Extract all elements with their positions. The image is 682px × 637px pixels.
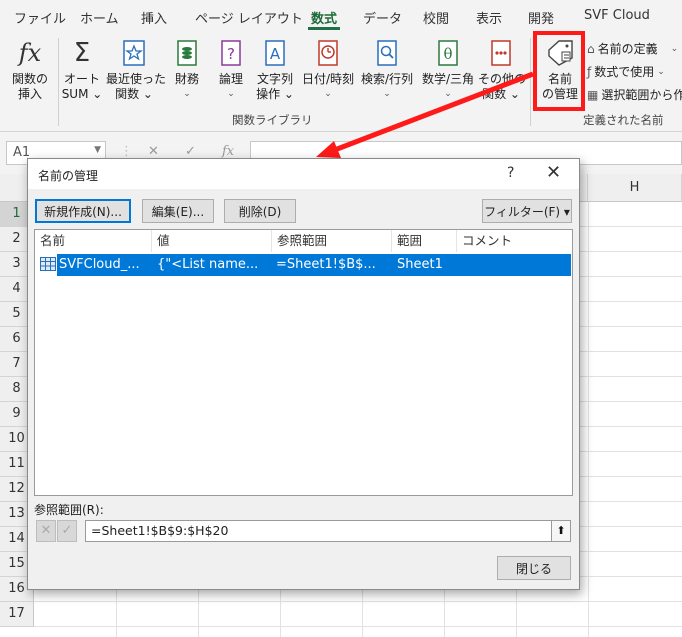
dialog-title-bar: 名前の管理 ? ✕ xyxy=(28,159,579,189)
close-icon[interactable]: ✕ xyxy=(546,162,561,183)
separator xyxy=(58,38,59,126)
edit-name-button[interactable]: 編集(E)... xyxy=(142,199,214,223)
recent-functions-button[interactable]: 最近使った 関数 ⌄ xyxy=(106,38,166,102)
more-functions-button[interactable]: その他の 関数 ⌄ xyxy=(478,38,526,102)
tab-developer[interactable]: 開発 xyxy=(528,8,554,27)
tab-page-layout[interactable]: ページ レイアウト xyxy=(195,8,303,27)
fx-icon: fx xyxy=(18,38,42,67)
active-tab-underline xyxy=(308,27,340,30)
dots-book-icon xyxy=(478,38,524,68)
group-label-defined-names: 定義された名前 xyxy=(583,113,664,127)
tab-data[interactable]: データ xyxy=(363,8,402,27)
list-header-scope[interactable]: 範囲 xyxy=(392,230,457,252)
refers-to-input[interactable]: =Sheet1!$B$9:$H$20 xyxy=(85,520,571,542)
tab-insert[interactable]: 挿入 xyxy=(141,8,167,27)
theta-book-icon: θ xyxy=(419,38,477,68)
text-functions-button[interactable]: A 文字列 操作 ⌄ xyxy=(253,38,297,102)
enter-entry-button[interactable]: ✓ xyxy=(185,144,196,159)
star-book-icon xyxy=(106,38,162,68)
svg-text:?: ? xyxy=(227,45,235,63)
tab-view[interactable]: 表示 xyxy=(476,8,502,27)
tab-svf-cloud[interactable]: SVF Cloud xyxy=(584,8,650,23)
insert-function-fx-button[interactable]: fx xyxy=(222,144,234,159)
list-item-value: {"<List name... xyxy=(157,257,259,272)
list-header-refers-to[interactable]: 参照範囲 xyxy=(272,230,392,252)
name-manager-dialog: 名前の管理 ? ✕ 新規作成(N)... 編集(E)... 削除(D) フィルタ… xyxy=(27,158,580,590)
tab-formulas[interactable]: 数式 xyxy=(311,8,337,27)
autosum-button[interactable]: Σ オート SUM ⌄ xyxy=(61,38,103,102)
math-trig-button[interactable]: θ 数学/三角 ⌄ xyxy=(419,38,477,102)
grid-line xyxy=(34,626,682,627)
tab-review[interactable]: 校閲 xyxy=(423,8,449,27)
column-header-h[interactable]: H xyxy=(588,174,682,202)
tab-home[interactable]: ホーム xyxy=(80,8,119,27)
list-header-name[interactable]: 名前 xyxy=(35,230,152,252)
financial-button[interactable]: 財務 ⌄ xyxy=(168,38,206,102)
dialog-title: 名前の管理 xyxy=(38,169,99,183)
new-name-button[interactable]: 新規作成(N)... xyxy=(35,199,131,223)
list-item-scope: Sheet1 xyxy=(397,257,443,272)
name-manager-highlight xyxy=(533,31,585,111)
close-button[interactable]: 閉じる xyxy=(497,556,571,580)
row-header[interactable]: 17 xyxy=(0,602,34,627)
clock-book-icon xyxy=(300,38,356,68)
formula-tag-icon: ƒ xyxy=(587,64,592,79)
use-in-formula-button[interactable]: ƒ 数式で使用 ⌄ xyxy=(587,63,665,80)
letter-a-book-icon: A xyxy=(253,38,297,68)
cancel-x-icon[interactable]: ✕ xyxy=(36,520,56,542)
chevron-down-icon: ▼ xyxy=(94,145,101,155)
table-name-icon xyxy=(40,257,56,274)
coins-book-icon xyxy=(168,38,206,68)
tag-small-icon: ⌂ xyxy=(587,41,595,56)
more-dots-icon: ⋮ xyxy=(120,144,133,159)
tab-file[interactable]: ファイル xyxy=(14,8,66,27)
grid-tag-icon: ▦ xyxy=(587,87,599,102)
svg-text:A: A xyxy=(270,45,281,63)
sigma-icon: Σ xyxy=(73,37,91,68)
filter-dropdown[interactable]: フィルター(F) ▾ xyxy=(482,199,572,223)
separator xyxy=(530,38,531,126)
svg-text:θ: θ xyxy=(443,45,452,63)
logical-button[interactable]: ? 論理 ⌄ xyxy=(213,38,249,102)
group-label-function-library: 関数ライブラリ xyxy=(232,113,313,127)
help-button[interactable]: ? xyxy=(507,165,514,181)
grid-line xyxy=(34,601,682,602)
refers-to-label: 参照範囲(R): xyxy=(34,503,104,517)
delete-name-button[interactable]: 削除(D) xyxy=(224,199,296,223)
create-from-selection-button[interactable]: ▦ 選択範囲から作 xyxy=(587,86,682,103)
list-item-name: SVFCloud_... xyxy=(59,257,140,272)
list-item[interactable]: SVFCloud_... {"<List name... =Sheet1!$B$… xyxy=(57,254,571,276)
collapse-dialog-icon[interactable]: ⬆ xyxy=(551,521,570,541)
question-book-icon: ? xyxy=(213,38,249,68)
list-header-value[interactable]: 値 xyxy=(152,230,272,252)
lookup-button[interactable]: 検索/行列 ⌄ xyxy=(358,38,416,102)
grid-line xyxy=(588,202,589,637)
cancel-entry-button[interactable]: ✕ xyxy=(148,144,159,159)
magnifier-book-icon xyxy=(358,38,416,68)
names-list[interactable]: 名前 値 参照範囲 範囲 コメント SVFCloud_... {"<List n… xyxy=(34,229,573,496)
ribbon-tab-bar: ファイル ホーム 挿入 ページ レイアウト 数式 データ 校閲 表示 開発 SV… xyxy=(0,0,682,32)
define-name-button[interactable]: ⌂ 名前の定義 ⌄ xyxy=(587,40,678,57)
insert-function-button[interactable]: fx 関数の 挿入 xyxy=(7,38,53,102)
list-item-refers-to: =Sheet1!$B$... xyxy=(276,257,376,272)
datetime-button[interactable]: 日付/時刻 ⌄ xyxy=(300,38,356,102)
confirm-check-icon[interactable]: ✓ xyxy=(57,520,77,542)
list-header-comment[interactable]: コメント xyxy=(457,230,572,252)
